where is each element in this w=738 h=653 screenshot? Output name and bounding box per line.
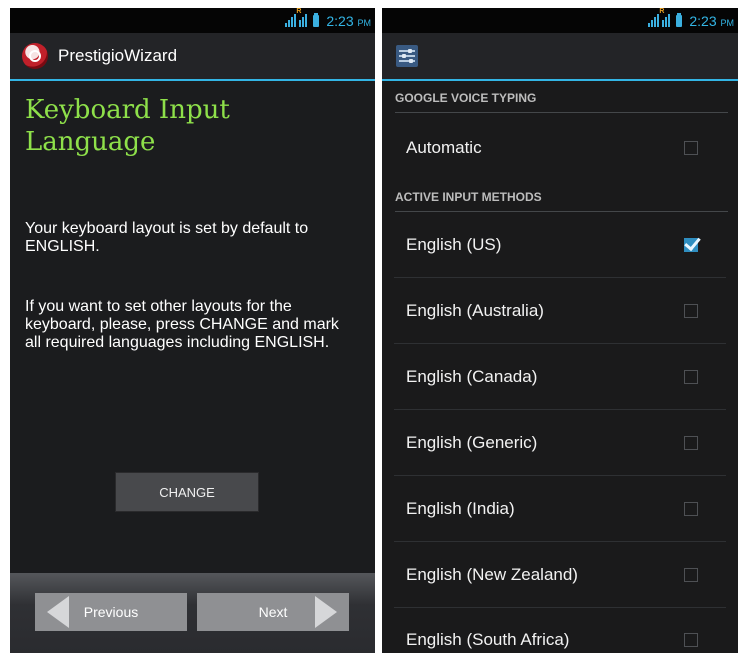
divider [394,343,726,344]
checkbox-icon[interactable] [684,502,698,516]
list-item-english-south-africa[interactable]: English (South Africa) [382,608,738,653]
list-item-english-australia[interactable]: English (Australia) [382,279,738,344]
input-settings-icon[interactable] [396,45,418,67]
battery-icon [676,12,683,27]
next-label: Next [258,604,288,620]
divider [394,475,726,476]
action-bar: PrestigioWizard [10,33,375,81]
list-item-english-generic[interactable]: English (Generic) [382,411,738,476]
section-header-active-input-methods: ACTIVE INPUT METHODS [395,185,728,212]
default-layout-text: Your keyboard layout is set by default t… [25,220,309,255]
divider [394,541,726,542]
arrow-left-icon [47,596,69,628]
list-item-label: English (Australia) [406,301,544,320]
previous-button[interactable]: Previous [35,593,187,631]
change-button[interactable]: CHANGE [115,472,259,512]
checkbox-icon[interactable] [684,633,698,647]
list-item-label: English (Generic) [406,433,538,452]
list-item-english-new-zealand[interactable]: English (New Zealand) [382,543,738,608]
checkbox-icon[interactable] [684,436,698,450]
list-item-automatic[interactable]: Automatic [382,116,738,181]
divider [394,409,726,410]
prestigio-logo-icon [22,43,48,69]
app-title: PrestigioWizard [58,46,178,65]
next-button[interactable]: Next [197,593,349,631]
status-clock: 2:23 PM [326,12,371,29]
checkbox-icon[interactable] [684,238,698,252]
section-header-voice-typing: GOOGLE VOICE TYPING [395,86,728,113]
battery-icon [313,12,320,27]
signal-icon [285,14,297,27]
navigation-bar: Previous Next [10,573,375,653]
previous-label: Previous [83,604,139,620]
signal-roaming-icon: R [659,8,673,27]
status-bar: R 2:23 PM [10,8,375,33]
arrow-right-icon [315,596,337,628]
list-item-label: Automatic [406,138,482,157]
signal-roaming-icon: R [296,8,310,27]
list-item-label: English (India) [406,499,515,518]
wizard-screen: R 2:23 PM PrestigioWizard Keyboard Input… [10,8,375,653]
input-methods-screen: R 2:23 PM GOOGLE VOICE TYPING Automatic … [382,8,738,653]
list-item-label: English (New Zealand) [406,565,578,584]
list-item-label: English (Canada) [406,367,538,386]
status-bar: R 2:23 PM [382,8,738,33]
action-bar [382,33,738,81]
checkbox-icon[interactable] [684,141,698,155]
list-item-english-us[interactable]: English (US) [382,213,738,278]
instructions-text: If you want to set other layouts for the… [25,298,339,351]
signal-icon [648,14,660,27]
list-item-english-india[interactable]: English (India) [382,477,738,542]
status-clock: 2:23 PM [689,12,734,29]
list-item-label: English (South Africa) [406,630,570,649]
checkbox-icon[interactable] [684,304,698,318]
checkbox-icon[interactable] [684,568,698,582]
list-item-english-canada[interactable]: English (Canada) [382,345,738,410]
list-item-label: English (US) [406,235,502,254]
divider [394,277,726,278]
checkbox-icon[interactable] [684,370,698,384]
page-title: Keyboard Input Language [25,95,230,157]
